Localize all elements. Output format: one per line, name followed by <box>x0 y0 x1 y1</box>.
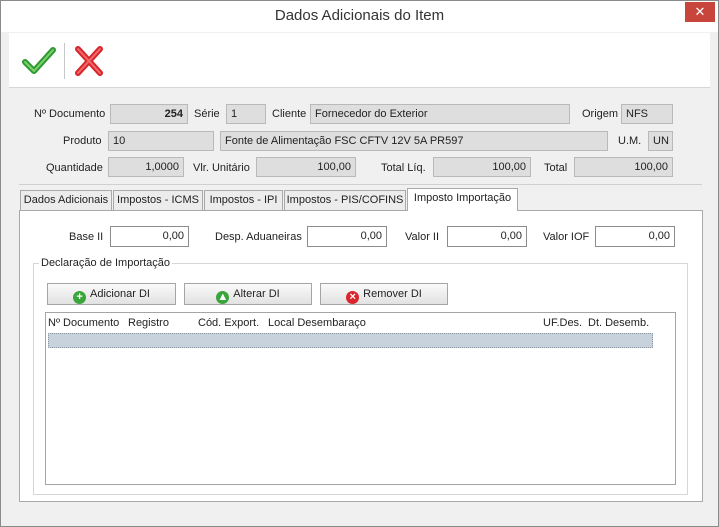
origem-label: Origem <box>582 108 619 120</box>
vlr-unitario-label: Vlr. Unitário <box>193 162 250 174</box>
grid-selected-row[interactable] <box>48 333 653 348</box>
adicionar-di-button[interactable]: + Adicionar DI <box>47 283 176 305</box>
dialog-window: Dados Adicionais do Item ✕ Nº Documento … <box>0 0 719 527</box>
total-field[interactable]: 100,00 <box>574 157 673 177</box>
column-header-uf-des[interactable]: UF.Des. <box>543 317 582 329</box>
title-bar: Dados Adicionais do Item ✕ <box>1 1 718 32</box>
tab-imposto-importacao[interactable]: Imposto Importação <box>407 188 518 211</box>
documento-field[interactable]: 254 <box>110 104 188 124</box>
column-header-documento[interactable]: Nº Documento <box>48 317 119 329</box>
close-button[interactable]: ✕ <box>685 2 715 22</box>
cancel-button[interactable] <box>69 41 109 81</box>
um-label: U.M. <box>618 135 642 147</box>
total-liq-field[interactable]: 100,00 <box>433 157 531 177</box>
valor-ii-input[interactable]: 0,00 <box>447 226 527 247</box>
valor-ii-label: Valor II <box>405 231 440 243</box>
tab-impostos-pis-cofins[interactable]: Impostos - PIS/COFINS <box>284 190 406 210</box>
total-label: Total <box>544 162 568 174</box>
column-header-registro[interactable]: Registro <box>128 317 169 329</box>
quantidade-field[interactable]: 1,0000 <box>108 157 184 177</box>
tab-dados-adicionais[interactable]: Dados Adicionais <box>20 190 112 210</box>
toolbar-separator <box>64 43 65 79</box>
cliente-field[interactable]: Fornecedor do Exterior <box>310 104 570 124</box>
desp-aduaneiras-input[interactable]: 0,00 <box>307 226 387 247</box>
vlr-unitario-field[interactable]: 100,00 <box>256 157 356 177</box>
valor-iof-input[interactable]: 0,00 <box>595 226 675 247</box>
x-icon <box>75 46 103 76</box>
arrow-up-icon: ▲ <box>216 291 230 304</box>
plus-icon: + <box>73 291 87 304</box>
produto-descricao-field[interactable]: Fonte de Alimentação FSC CFTV 12V 5A PR5… <box>220 131 608 151</box>
declaracao-group-title: Declaração de Importação <box>39 257 173 269</box>
serie-field[interactable]: 1 <box>226 104 266 124</box>
desp-aduaneiras-label: Desp. Aduaneiras <box>215 231 302 243</box>
alterar-di-label: Alterar DI <box>233 288 280 300</box>
check-icon <box>22 47 56 74</box>
tab-impostos-ipi[interactable]: Impostos - IPI <box>204 190 283 210</box>
toolbar <box>9 33 710 88</box>
base-ii-label: Base II <box>69 231 104 243</box>
alterar-di-button[interactable]: ▲ Alterar DI <box>184 283 312 305</box>
column-header-local-desembaraco[interactable]: Local Desembaraço <box>268 317 366 329</box>
quantidade-label: Quantidade <box>46 162 103 174</box>
column-header-cod-export[interactable]: Cód. Export. <box>198 317 259 329</box>
produto-label: Produto <box>63 135 102 147</box>
adicionar-di-label: Adicionar DI <box>90 288 150 300</box>
origem-field[interactable]: NFS <box>621 104 673 124</box>
produto-codigo-field[interactable]: 10 <box>108 131 214 151</box>
declaracao-grid[interactable]: Nº Documento Registro Cód. Export. Local… <box>45 312 676 485</box>
confirm-button[interactable] <box>19 41 59 81</box>
total-liq-label: Total Líq. <box>381 162 426 174</box>
documento-label: Nº Documento <box>34 108 106 120</box>
serie-label: Série <box>194 108 220 120</box>
valor-iof-label: Valor IOF <box>543 231 590 243</box>
header-divider <box>19 184 702 185</box>
base-ii-input[interactable]: 0,00 <box>110 226 189 247</box>
window-title: Dados Adicionais do Item <box>274 7 445 24</box>
remover-di-button[interactable]: × Remover DI <box>320 283 448 305</box>
cliente-label: Cliente <box>272 108 307 120</box>
tab-impostos-icms[interactable]: Impostos - ICMS <box>113 190 203 210</box>
remove-icon: × <box>346 291 360 304</box>
um-field[interactable]: UN <box>648 131 673 151</box>
column-header-dt-desemb[interactable]: Dt. Desemb. <box>588 317 649 329</box>
remover-di-label: Remover DI <box>363 288 422 300</box>
